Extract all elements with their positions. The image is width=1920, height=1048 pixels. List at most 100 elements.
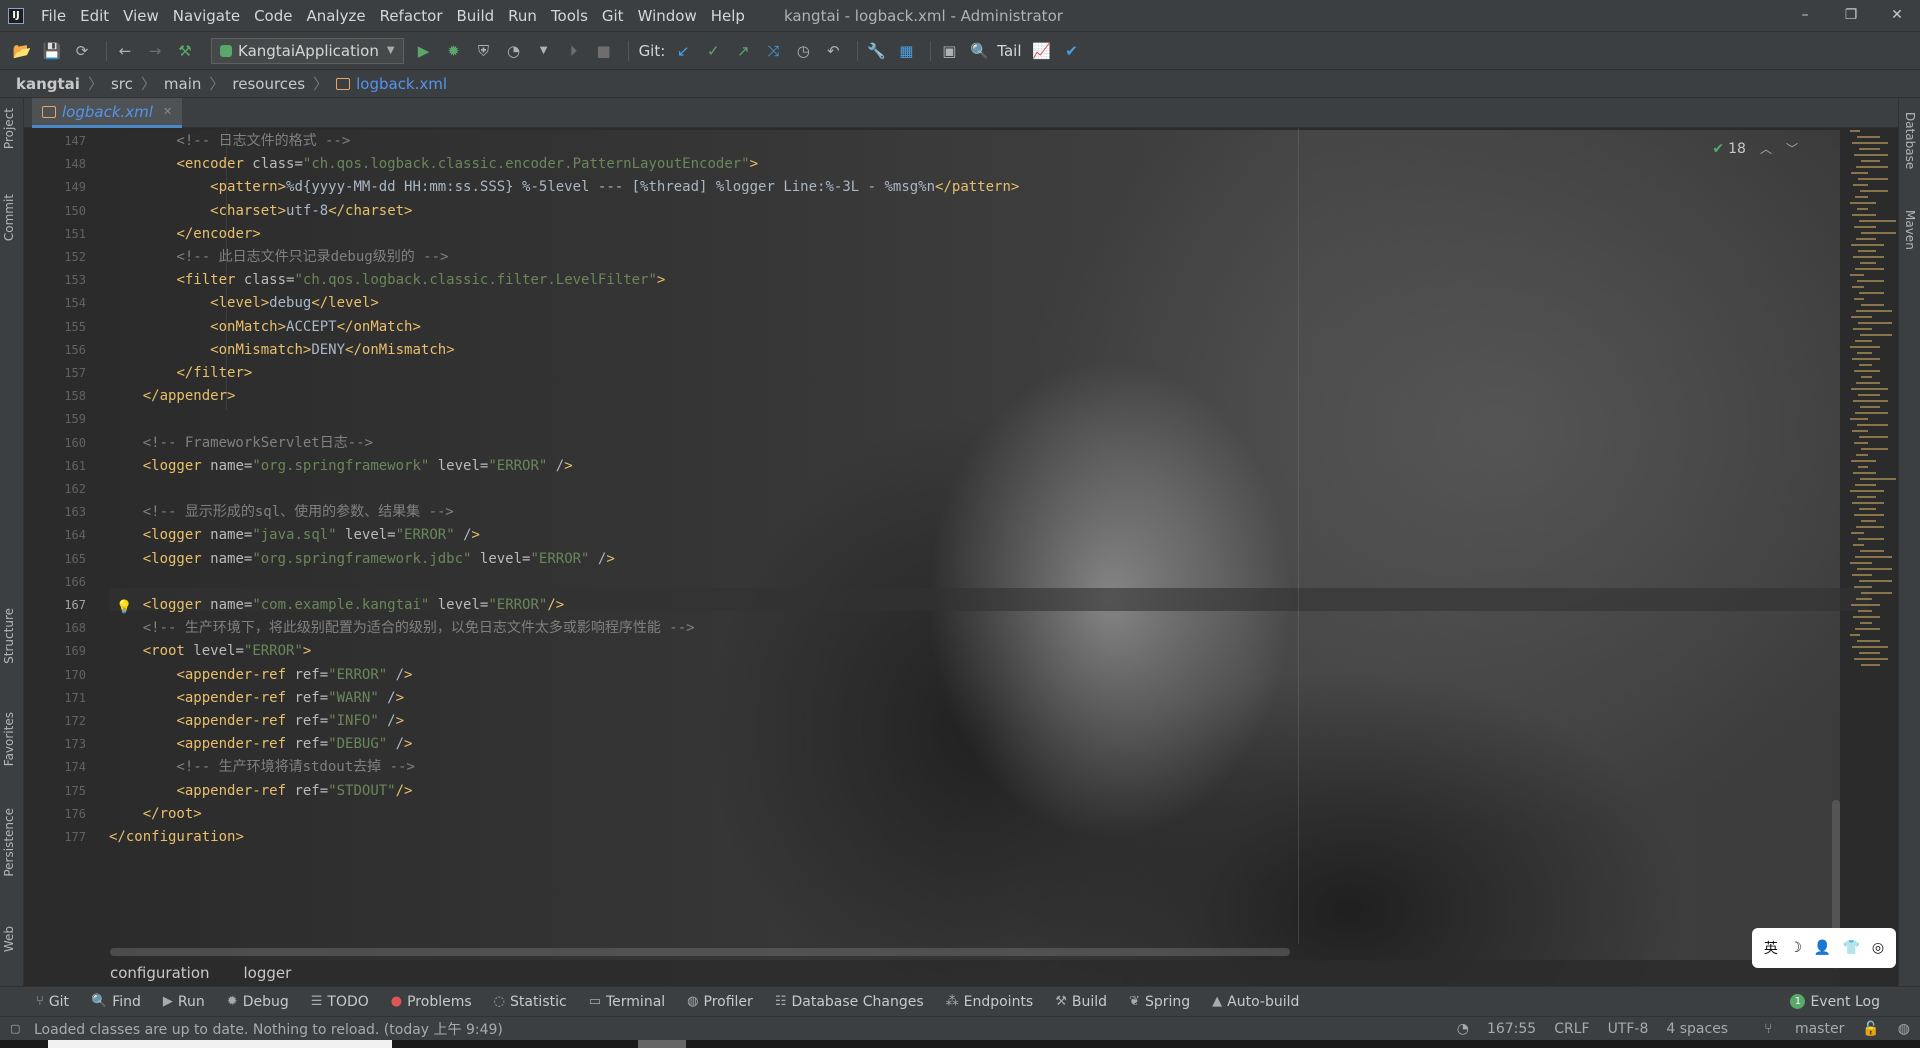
code-line[interactable]: <logger name="org.springframework" level… bbox=[109, 455, 573, 478]
git-update-icon[interactable]: ↙ bbox=[671, 39, 695, 63]
menu-navigate[interactable]: Navigate bbox=[166, 7, 247, 25]
side-tab-web[interactable]: Web bbox=[2, 926, 16, 952]
stop-icon[interactable]: ■ bbox=[592, 39, 616, 63]
intention-bulb-icon[interactable]: 💡 bbox=[116, 600, 132, 615]
breadcrumb-project[interactable]: kangtai bbox=[16, 75, 80, 93]
tail-button[interactable]: Tail bbox=[997, 42, 1021, 60]
menu-analyze[interactable]: Analyze bbox=[299, 7, 372, 25]
tool-git[interactable]: ⑂ Git bbox=[36, 994, 69, 1010]
run-with-coverage-icon[interactable]: ⛨ bbox=[472, 39, 496, 63]
structure-item-logger[interactable]: logger bbox=[244, 964, 292, 982]
code-line[interactable]: <!-- 此日志文件只记录debug级别的 --> bbox=[109, 246, 448, 269]
indent-setting[interactable]: 4 spaces bbox=[1666, 1021, 1728, 1037]
git-push-icon[interactable]: ↗ bbox=[731, 39, 755, 63]
code-line[interactable]: <level>debug</level> bbox=[109, 292, 379, 315]
side-tab-database[interactable]: Database bbox=[1903, 112, 1917, 169]
code-line[interactable]: </filter> bbox=[109, 362, 252, 385]
chevron-up-icon[interactable]: ︿ bbox=[1760, 140, 1772, 157]
file-encoding[interactable]: UTF-8 bbox=[1608, 1021, 1649, 1037]
close-window-button[interactable]: ✕ bbox=[1874, 0, 1920, 30]
code-line[interactable]: <logger name="org.springframework.jdbc" … bbox=[109, 548, 615, 571]
resume-icon[interactable]: ⏵ bbox=[562, 39, 586, 63]
breadcrumb-resources[interactable]: resources bbox=[232, 75, 305, 93]
code-line[interactable]: <!-- 显示形成的sql、使用的参数、结果集 --> bbox=[109, 501, 454, 524]
code-line[interactable]: <charset>utf-8</charset> bbox=[109, 200, 412, 223]
code-line[interactable]: <root level="ERROR"> bbox=[109, 640, 312, 663]
lock-icon[interactable]: 🔓 bbox=[1862, 1021, 1879, 1037]
structure-item-configuration[interactable]: configuration bbox=[110, 964, 210, 982]
tool-spring[interactable]: ❦ Spring bbox=[1129, 994, 1190, 1010]
breadcrumb-src[interactable]: src bbox=[111, 75, 133, 93]
code-line[interactable]: <appender-ref ref="ERROR" /> bbox=[109, 664, 412, 687]
breadcrumb-file[interactable]: logback.xml bbox=[356, 75, 447, 93]
code-line[interactable]: </appender> bbox=[109, 385, 236, 408]
sync-icon[interactable]: ⟳ bbox=[70, 39, 94, 63]
save-all-icon[interactable]: 💾 bbox=[40, 39, 64, 63]
memory-indicator-icon[interactable]: ◔ bbox=[1457, 1021, 1469, 1037]
swirl-logo-icon[interactable]: ◎ bbox=[1872, 940, 1884, 956]
debug-icon[interactable]: ✹ bbox=[442, 39, 466, 63]
code-line[interactable]: <logger name="java.sql" level="ERROR" /> bbox=[109, 524, 480, 547]
back-arrow-icon[interactable]: ← bbox=[113, 39, 137, 63]
shirt-icon[interactable]: 👕 bbox=[1843, 940, 1860, 956]
tab-logback-xml[interactable]: logback.xml ✕ bbox=[32, 98, 183, 128]
tool-problems[interactable]: ● Problems bbox=[391, 994, 472, 1010]
run-configuration-select[interactable]: KangtaiApplication ▼ bbox=[211, 37, 404, 64]
code-line[interactable]: <appender-ref ref="STDOUT"/> bbox=[109, 780, 412, 803]
more-run-options-icon[interactable]: ▼ bbox=[532, 39, 556, 63]
side-tab-commit[interactable]: Commit bbox=[2, 194, 16, 241]
code-line[interactable]: <!-- FrameworkServlet日志--> bbox=[109, 432, 373, 455]
menu-build[interactable]: Build bbox=[450, 7, 502, 25]
history-icon[interactable]: ◷ bbox=[791, 39, 815, 63]
code-line[interactable]: <pattern>%d{yyyy-MM-dd HH:mm:ss.SSS} %-5… bbox=[109, 176, 1019, 199]
menu-help[interactable]: Help bbox=[704, 7, 752, 25]
profile-icon[interactable]: ◔ bbox=[502, 39, 526, 63]
code-line[interactable]: </root> bbox=[109, 803, 202, 826]
notifications-icon[interactable]: ◍ bbox=[1898, 1021, 1910, 1037]
code-line[interactable]: <!-- 日志文件的格式 --> bbox=[109, 130, 350, 153]
code-line[interactable]: <!-- 生产环境将请stdout去掉 --> bbox=[109, 756, 414, 779]
code-line[interactable]: </encoder> bbox=[109, 223, 260, 246]
code-line[interactable]: <onMismatch>DENY</onMismatch> bbox=[109, 339, 454, 362]
tool-endpoints[interactable]: ⁂ Endpoints bbox=[946, 994, 1034, 1010]
code-editor[interactable]: 147 148 149 150 151 152 153 154 155 156 157 158 159 1… bbox=[24, 128, 1898, 944]
tool-find[interactable]: 🔍 Find bbox=[91, 994, 141, 1010]
inspection-widget[interactable]: ✔ 18 ︿ ﹀ bbox=[1712, 140, 1798, 157]
input-method-widget[interactable]: 英 ☽ 👤 👕 ◎ bbox=[1752, 928, 1896, 968]
git-merge-icon[interactable]: ⤨ bbox=[761, 39, 785, 63]
side-tab-persistence[interactable]: Persistence bbox=[2, 808, 16, 877]
terminal-window-icon[interactable]: ▣ bbox=[937, 39, 961, 63]
menu-edit[interactable]: Edit bbox=[73, 7, 116, 25]
code-line[interactable]: <logger name="com.example.kangtai" level… bbox=[109, 594, 565, 617]
chevron-down-icon[interactable]: ﹀ bbox=[1786, 140, 1798, 157]
horizontal-scrollbar[interactable] bbox=[110, 948, 1290, 956]
code-line[interactable]: <appender-ref ref="WARN" /> bbox=[109, 687, 404, 710]
tool-build[interactable]: ⚒ Build bbox=[1055, 994, 1107, 1010]
code-line[interactable]: <encoder class="ch.qos.logback.classic.e… bbox=[109, 153, 758, 176]
close-icon[interactable]: ✕ bbox=[163, 105, 172, 118]
code-line[interactable]: <!-- 生产环境下，将此级别配置为适合的级别，以免日志文件太多或影响程序性能 … bbox=[109, 617, 695, 640]
search-everywhere-icon[interactable]: 🔍 bbox=[967, 39, 991, 63]
restore-button[interactable]: ❐ bbox=[1828, 0, 1874, 30]
minimize-button[interactable]: – bbox=[1782, 0, 1828, 30]
rollback-icon[interactable]: ↶ bbox=[821, 39, 845, 63]
menu-tools[interactable]: Tools bbox=[544, 7, 595, 25]
event-log-button[interactable]: 1 Event Log bbox=[1790, 994, 1880, 1010]
forward-arrow-icon[interactable]: → bbox=[143, 39, 167, 63]
taskbar-item[interactable] bbox=[638, 1040, 686, 1048]
code-line[interactable]: <filter class="ch.qos.logback.classic.fi… bbox=[109, 269, 665, 292]
side-tab-maven[interactable]: Maven bbox=[1903, 210, 1917, 250]
tool-debug[interactable]: ✹ Debug bbox=[227, 994, 289, 1010]
line-ending[interactable]: CRLF bbox=[1554, 1021, 1589, 1037]
menu-view[interactable]: View bbox=[116, 7, 166, 25]
git-branch[interactable]: ⑂ master bbox=[1746, 1021, 1844, 1037]
project-structure-icon[interactable]: ▦ bbox=[894, 39, 918, 63]
caret-position[interactable]: 167:55 bbox=[1487, 1021, 1536, 1037]
open-folder-icon[interactable]: 📂 bbox=[10, 39, 34, 63]
code-line[interactable]: <onMatch>ACCEPT</onMatch> bbox=[109, 316, 421, 339]
run-icon[interactable]: ▶ bbox=[412, 39, 436, 63]
tool-profiler[interactable]: ◍ Profiler bbox=[687, 994, 753, 1010]
menu-file[interactable]: File bbox=[34, 7, 73, 25]
code-area[interactable]: <!-- 日志文件的格式 --> <encoder class="ch.qos.… bbox=[109, 128, 1869, 944]
tool-auto-build[interactable]: ▲ Auto-build bbox=[1212, 994, 1299, 1010]
